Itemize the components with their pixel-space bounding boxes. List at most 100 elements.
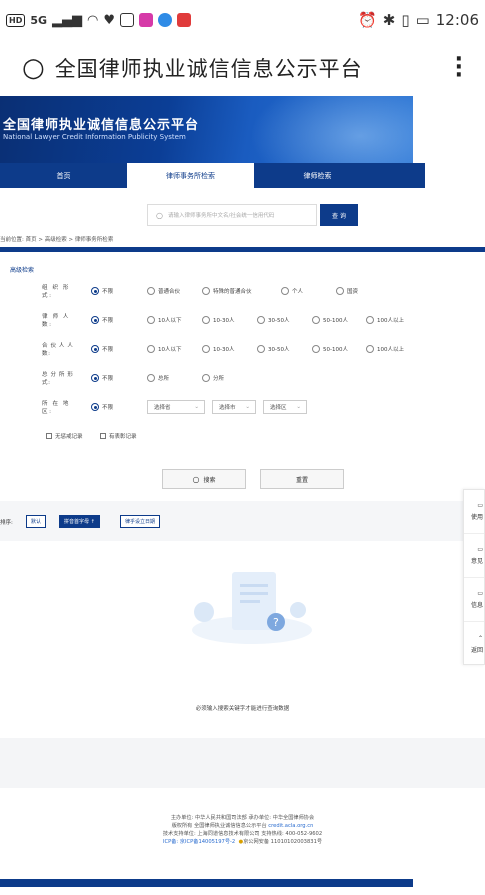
vibrate-icon: ▯ — [401, 11, 410, 29]
up-arrow-icon: ⌃ — [477, 634, 483, 642]
radio-icon — [91, 403, 99, 411]
filter-option[interactable]: 不限 — [91, 287, 113, 295]
nav-tab-home[interactable]: 首页 — [0, 163, 127, 188]
footer-registration: ICP备: 京ICP备14005197号-2 ●京公网安备 1101010200… — [0, 838, 485, 846]
status-bar: HD 5G ▂▄▆ ◠ ♥ ⏰ ✱ ▯ ▭ 12:06 — [0, 0, 485, 40]
sort-date-button[interactable]: 律乎设立日期 — [120, 515, 161, 528]
radio-icon — [366, 345, 374, 353]
filter-option[interactable]: 不限 — [91, 316, 113, 324]
filter-option[interactable]: 不限 — [91, 374, 113, 382]
radio-icon — [91, 374, 99, 382]
radio-icon — [202, 287, 210, 295]
filter-option[interactable]: 不限 — [91, 403, 113, 411]
sort-default-button[interactable]: 默认 — [26, 515, 47, 528]
filter-option[interactable]: 10人以下 — [147, 316, 182, 324]
web-page: 全国律师执业诚信信息公示平台 National Lawyer Credit In… — [0, 96, 485, 895]
footer-support: 技术支持单位: 上海同道信息技术有限公司 支持热线: 400-052-9602 — [162, 831, 323, 837]
police-record[interactable]: 京公网安备 11010102003831号 — [243, 839, 322, 845]
radio-icon — [312, 345, 320, 353]
query-button[interactable]: 查 询 — [320, 204, 358, 226]
nav-tab-lawyer-search[interactable]: 律师检索 — [254, 163, 381, 188]
radio-icon — [147, 345, 155, 353]
icp-link[interactable]: ICP备: 京ICP备14005197号-2 — [163, 839, 235, 845]
radio-icon — [202, 345, 210, 353]
reset-button[interactable]: 重置 — [260, 469, 344, 489]
filter-option[interactable]: 30-50人 — [257, 316, 289, 324]
battery-icon: ▭ — [415, 11, 430, 29]
footer-copyright: 版权所有 全国律师执业诚信信息公示平台 credit.acla.org.cn — [171, 823, 314, 829]
filter-option[interactable]: 个人 — [281, 287, 303, 295]
info-icon: ▭ — [477, 590, 483, 597]
radio-icon — [336, 287, 344, 295]
filter-option[interactable]: 50-100人 — [312, 316, 348, 324]
filter-option[interactable]: 30-50人 — [257, 345, 289, 353]
filter-row-records: 无惩戒记录 有表彰记录 — [0, 429, 485, 443]
no-discipline-checkbox[interactable]: 无惩戒记录 — [46, 432, 83, 440]
wifi-icon: ◠ — [87, 12, 99, 28]
chevron-down-icon: ⌄ — [194, 404, 199, 410]
filter-option[interactable]: 普通合伙 — [147, 287, 180, 295]
search-icon: ○ — [192, 474, 200, 484]
filter-row-region: 所 在 地 区: 不限 选择省 ⌄ 选择市 ⌄ 选择区 ⌄ — [0, 400, 485, 415]
radio-icon — [147, 287, 155, 295]
filter-label: 合 伙 人 人 数: — [42, 343, 74, 357]
side-tool-back-top[interactable]: ⌃ 返回 — [464, 622, 484, 666]
sort-pinyin-button[interactable]: 拼音首字母 ↑ — [59, 515, 100, 528]
footer-organizers: 主办单位: 中华人民共和国司法部 承办单位: 中华全国律师协会 — [170, 815, 315, 821]
filter-option[interactable]: 10人以下 — [147, 345, 182, 353]
more-menu-icon[interactable]: · · · — [455, 49, 463, 87]
browser-title[interactable]: 全国律师执业诚信信息公示平台 — [55, 53, 363, 83]
nav-tab-firm-search[interactable]: 律师事务所检索 — [127, 163, 254, 188]
chevron-down-icon: ⌄ — [245, 404, 250, 410]
banner-subtitle: National Lawyer Credit Information Publi… — [3, 133, 186, 141]
radio-icon — [202, 374, 210, 382]
district-select[interactable]: 选择区 ⌄ — [263, 400, 307, 414]
app-notification-icon — [139, 13, 154, 27]
side-tool-info[interactable]: ▭ 信息 — [464, 578, 484, 622]
filter-label: 律 师 人 数: — [42, 314, 70, 328]
signal-bars-icon: ▂▄▆ — [52, 12, 83, 28]
filter-row-partner-count: 合 伙 人 人 数: 不限 10人以下 10-30人 30-50人 50-100… — [0, 342, 485, 357]
filter-option[interactable]: 100人以上 — [366, 345, 404, 353]
footer-site-link[interactable]: credit.acla.org.cn — [268, 823, 313, 829]
chevron-down-icon: ⌄ — [296, 404, 301, 410]
clock: 12:06 — [435, 11, 479, 29]
alarm-icon: ⏰ — [358, 11, 377, 29]
city-select[interactable]: 选择市 ⌄ — [212, 400, 256, 414]
firm-search-input[interactable]: ○ 请输入律师事务所中文名/社会统一信用代码 — [147, 204, 317, 226]
site-footer: 主办单位: 中华人民共和国司法部 承办单位: 中华全国律师协会 版权所有 全国律… — [0, 814, 485, 846]
province-select[interactable]: 选择省 ⌄ — [147, 400, 205, 414]
commendation-checkbox[interactable]: 有表彰记录 — [100, 432, 137, 440]
radio-icon — [202, 316, 210, 324]
empty-state-illustration: ? — [192, 572, 312, 644]
sort-bar: 排序: 默认 拼音首字母 ↑ 律乎设立日期 — [0, 501, 465, 541]
filter-label: 组 织 形 式: — [42, 285, 70, 299]
doc-icon: ▭ — [477, 502, 483, 509]
filter-option[interactable]: 国资 — [336, 287, 358, 295]
radio-icon — [147, 374, 155, 382]
search-icon: ○ — [156, 210, 163, 220]
filter-option[interactable]: 特殊的普通合伙 — [202, 287, 252, 295]
heart-icon: ♥ — [103, 12, 116, 28]
footer-bar — [0, 879, 413, 887]
filter-option[interactable]: 100人以上 — [366, 316, 404, 324]
side-toolbar: ▭ 使用 ▭ 意见 ▭ 信息 ⌃ 返回 — [463, 489, 485, 665]
bluetooth-icon: ✱ — [382, 11, 396, 29]
side-tool-guide[interactable]: ▭ 使用 — [464, 490, 484, 534]
feedback-icon: ▭ — [477, 546, 483, 553]
filter-option[interactable]: 10-30人 — [202, 345, 234, 353]
signal-label: 5G — [30, 13, 48, 27]
filter-option[interactable]: 不限 — [91, 345, 113, 353]
filter-option[interactable]: 10-30人 — [202, 316, 234, 324]
side-tool-feedback[interactable]: ▭ 意见 — [464, 534, 484, 578]
filter-option[interactable]: 50-100人 — [312, 345, 348, 353]
search-button[interactable]: ○ 搜索 — [162, 469, 246, 489]
search-icon[interactable]: ○ — [22, 53, 45, 83]
svg-text:?: ? — [273, 616, 279, 629]
filter-option[interactable]: 总所 — [147, 374, 169, 382]
filter-option[interactable]: 分所 — [202, 374, 224, 382]
banner-title: 全国律师执业诚信信息公示平台 — [3, 118, 200, 133]
radio-icon — [147, 316, 155, 324]
checkbox-icon — [100, 433, 106, 439]
radio-icon — [257, 316, 265, 324]
